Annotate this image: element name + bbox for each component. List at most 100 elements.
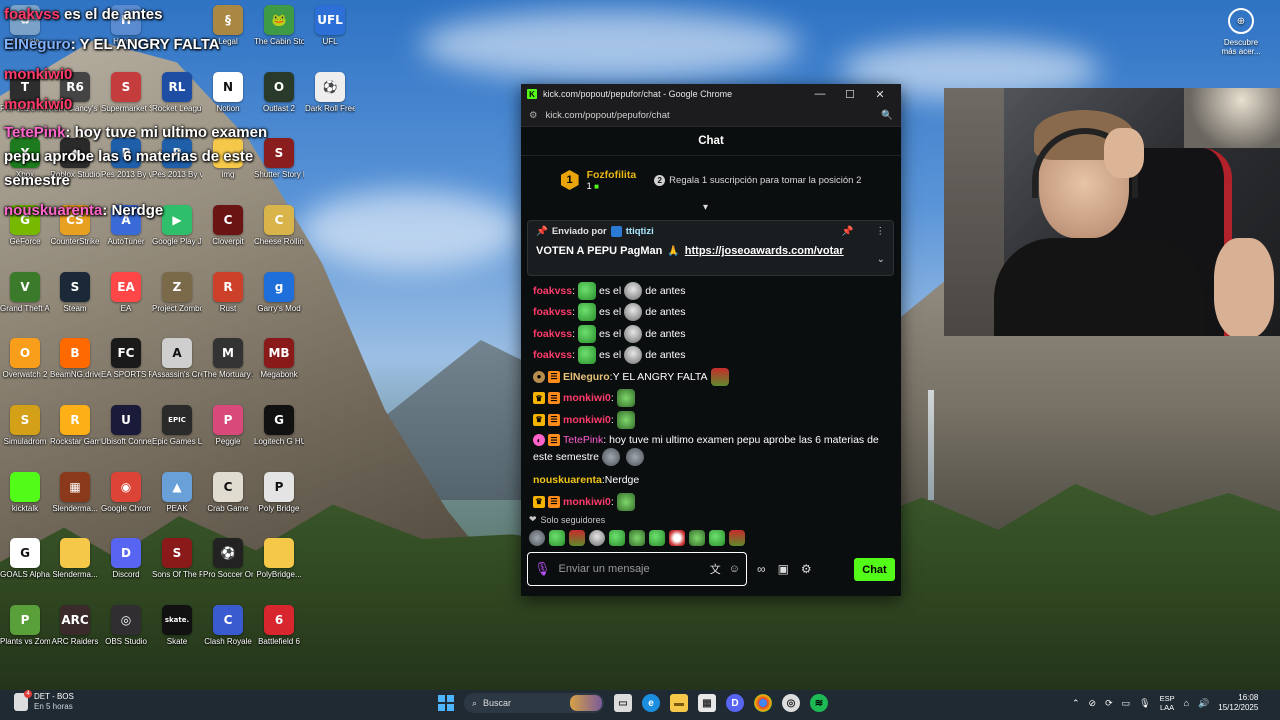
emote-icon[interactable] xyxy=(629,530,645,546)
emote-icon[interactable] xyxy=(669,530,685,546)
weather-widget[interactable]: 4 DET - BOS En 5 horas xyxy=(14,690,74,712)
desktop-icon[interactable]: 🐸 The Cabin Story xyxy=(254,5,304,47)
crown-badge-icon[interactable]: ♛ xyxy=(533,413,545,426)
desktop-icon[interactable]: B BeamNG.drive xyxy=(50,338,100,380)
emote-icon[interactable] xyxy=(609,530,625,546)
crown-badge-icon[interactable]: ♛ xyxy=(533,495,545,508)
desktop-icon[interactable]: RL Rocket League xyxy=(152,72,202,114)
desktop-icon[interactable]: C Cheese Rolling xyxy=(254,205,304,247)
desktop-icon[interactable]: G Logitech G HUB xyxy=(254,405,304,447)
translate-icon[interactable]: 文 xyxy=(710,561,721,577)
taskbar-search[interactable]: ⌕ Buscar xyxy=(464,693,604,713)
desktop-icon[interactable]: M The Mortuary Assistant xyxy=(203,338,253,380)
desktop-icon[interactable]: skate. Skate xyxy=(152,605,202,647)
store-icon[interactable]: ▣ xyxy=(778,562,789,576)
unpin-icon[interactable]: 📌 xyxy=(842,226,854,237)
start-button[interactable] xyxy=(438,695,454,711)
url-text[interactable]: kick.com/popout/pepufor/chat xyxy=(546,110,882,121)
chat-send-button[interactable]: Chat xyxy=(854,558,895,581)
desktop-icon[interactable]: D Discord xyxy=(101,538,151,580)
chrome-taskbar-icon[interactable] xyxy=(754,694,772,712)
emote-icon[interactable] xyxy=(649,530,665,546)
discord-taskbar-icon[interactable]: D xyxy=(726,694,744,712)
desktop-icon[interactable]: C Clash Royale xyxy=(203,605,253,647)
emote-icon[interactable] xyxy=(549,530,565,546)
microphone-icon[interactable]: 🎙 xyxy=(534,561,551,577)
chat-username[interactable]: TetePink xyxy=(563,434,603,446)
circle-badge-icon[interactable]: ● xyxy=(533,370,545,383)
desktop-icon[interactable]: Slenderma... xyxy=(50,538,100,580)
desktop-icon[interactable]: g Garry's Mod xyxy=(254,272,304,314)
sub-badge-icon[interactable]: ☰ xyxy=(548,434,560,446)
desktop-icon[interactable]: EPIC Epic Games Launcher xyxy=(152,405,202,447)
address-bar[interactable]: ⚙ kick.com/popout/pepufor/chat 🔍 xyxy=(521,104,901,127)
task-view-icon[interactable]: ▭ xyxy=(614,694,632,712)
obs-taskbar-icon[interactable]: ◎ xyxy=(782,694,800,712)
pinned-sender[interactable]: ttiqtizi xyxy=(626,226,654,237)
chat-username[interactable]: foakvss xyxy=(533,285,572,297)
desktop-icon[interactable]: G GOALS Alpha xyxy=(0,538,50,580)
desktop-icon[interactable]: O Overwatch 2 xyxy=(0,338,50,380)
desktop-icon[interactable]: S Simuladrom xyxy=(0,405,50,447)
message-input[interactable] xyxy=(558,563,702,575)
desktop-icon[interactable]: FC EA SPORTS FC 26 xyxy=(101,338,151,380)
message-input-box[interactable]: 🎙 文 ☺ xyxy=(527,552,747,586)
desktop-icon[interactable]: A Assassin's Creed I xyxy=(152,338,202,380)
desktop-icon[interactable]: S Shutter Story Demo xyxy=(254,138,304,180)
desktop-icon[interactable]: 6 Battlefield 6 xyxy=(254,605,304,647)
emoji-icon[interactable]: ☺ xyxy=(729,563,740,575)
sub-badge-icon[interactable]: ☰ xyxy=(548,495,560,508)
sub-badge-icon[interactable]: ☰ xyxy=(548,392,560,405)
desktop-icon[interactable]: EA EA xyxy=(101,272,151,314)
desktop-icon[interactable]: S Supermarket Simulator xyxy=(101,72,151,114)
desktop-icon[interactable]: Z Project Zomboid xyxy=(152,272,202,314)
leaderboard-username[interactable]: Fozfofilita xyxy=(587,169,637,181)
chat-username[interactable]: ElNeguro xyxy=(563,371,610,383)
minimize-button[interactable]: — xyxy=(805,88,835,100)
clock[interactable]: 16:08 15/12/2025 xyxy=(1218,693,1258,713)
discover-widget[interactable]: ⊕ Descubre más acer... xyxy=(1216,8,1266,56)
chat-username[interactable]: foakvss xyxy=(533,328,572,340)
desktop-icon[interactable]: P Poly Bridge xyxy=(254,472,304,514)
desktop-icon[interactable]: S Sons Of The Forest xyxy=(152,538,202,580)
desktop-icon[interactable]: P Plants vs Zombies Tr... xyxy=(0,605,50,647)
settings-icon[interactable]: ⚙ xyxy=(801,562,812,576)
desktop-icon[interactable]: S Steam xyxy=(50,272,100,314)
emote-icon[interactable] xyxy=(569,530,585,546)
more-options-icon[interactable]: ⋮ xyxy=(876,226,886,237)
desktop-icon[interactable]: ▦ Slenderma... xyxy=(50,472,100,514)
tray-display-icon[interactable]: ▭ xyxy=(1122,698,1131,709)
chat-username[interactable]: foakvss xyxy=(533,306,572,318)
chat-username[interactable]: monkiwi0 xyxy=(563,392,611,404)
emote-icon[interactable] xyxy=(529,530,545,546)
tray-expand-icon[interactable]: ⌃ xyxy=(1072,698,1080,709)
desktop-icon[interactable]: R Rust xyxy=(203,272,253,314)
desktop-icon[interactable]: ⚽ Pro Soccer Online xyxy=(203,538,253,580)
desktop-icon[interactable]: V Grand Theft Auto V Ench... xyxy=(0,272,50,314)
language-indicator[interactable]: ESP LAA xyxy=(1160,694,1175,712)
pink-badge-icon[interactable]: ◐ xyxy=(533,434,545,446)
desktop-icon[interactable]: ▲ PEAK xyxy=(152,472,202,514)
desktop-icon[interactable]: kicktalk xyxy=(0,472,50,514)
desktop-icon[interactable]: PolyBridge... xyxy=(254,538,304,580)
spotify-icon[interactable]: ≋ xyxy=(810,694,828,712)
expand-chevron-icon[interactable]: ⌄ xyxy=(877,254,885,265)
desktop-icon[interactable]: R Rockstar Games ... xyxy=(50,405,100,447)
desktop-icon[interactable]: ARC ARC Raiders xyxy=(50,605,100,647)
pinned-link[interactable]: https://joseoawards.com/votar xyxy=(685,245,844,257)
sub-badge-icon[interactable]: ☰ xyxy=(548,370,560,383)
edge-icon[interactable]: e xyxy=(642,694,660,712)
tray-app-icon[interactable]: ⊘ xyxy=(1089,698,1097,709)
sub-badge-icon[interactable]: ☰ xyxy=(548,413,560,426)
chat-username[interactable]: nouskuarenta xyxy=(533,474,602,486)
tray-mic-icon[interactable]: 🎙 xyxy=(1139,698,1150,709)
collapse-chevron-icon[interactable]: ▾ xyxy=(703,202,708,213)
desktop-icon[interactable]: ⚽ Dark Roll Free Kick Challe... xyxy=(305,72,355,114)
zoom-icon[interactable]: 🔍 xyxy=(881,110,893,121)
network-icon[interactable]: ⌂ xyxy=(1184,698,1189,708)
desktop-icon[interactable]: P Peggle xyxy=(203,405,253,447)
chat-username[interactable]: foakvss xyxy=(533,349,572,361)
close-button[interactable]: ✕ xyxy=(865,88,895,101)
desktop-icon[interactable]: C Crab Game xyxy=(203,472,253,514)
loop-icon[interactable]: ∞ xyxy=(757,562,766,576)
